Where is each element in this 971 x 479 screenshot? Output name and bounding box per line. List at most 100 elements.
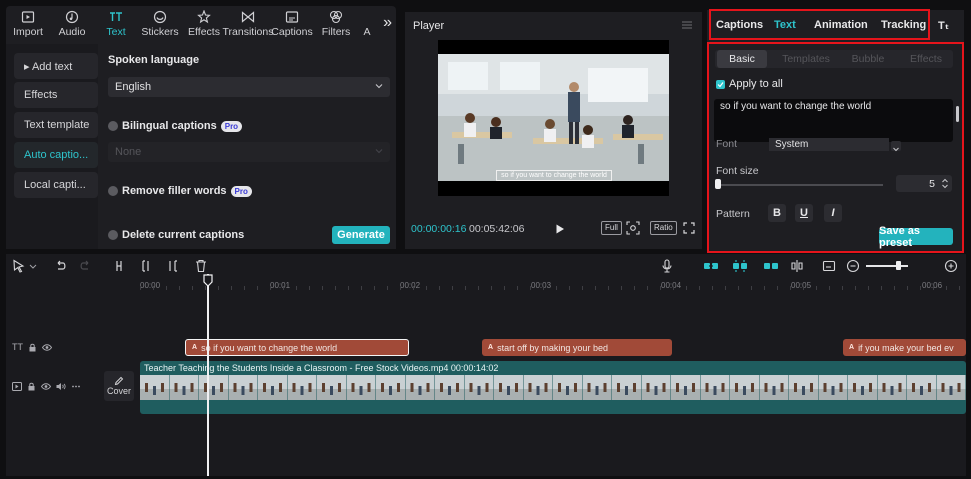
- cover-button[interactable]: Cover: [104, 371, 134, 401]
- apply-to-all-checkbox[interactable]: [716, 79, 725, 89]
- sidebar-item-auto-captions[interactable]: Auto captio...: [14, 142, 98, 168]
- text-sidebar: ▸ Add text Effects Text template Auto ca…: [6, 44, 98, 249]
- ruler-tick: [179, 286, 180, 290]
- remove-filler-checkbox[interactable]: [108, 186, 118, 196]
- video-thumbnail: [258, 375, 287, 400]
- video-track-header: [12, 382, 81, 391]
- save-as-preset-button[interactable]: Save as preset: [879, 225, 953, 249]
- zoom-in-icon[interactable]: [944, 259, 958, 273]
- tab-tracking[interactable]: Tracking: [881, 19, 926, 31]
- video-track-icon: [12, 382, 22, 391]
- text-clip[interactable]: A start off by making your bed: [482, 339, 672, 356]
- split-right-icon[interactable]: [166, 259, 180, 273]
- playhead[interactable]: [207, 274, 209, 476]
- tool-filters[interactable]: Filters: [314, 6, 358, 44]
- timeline-zoom-handle[interactable]: [896, 261, 902, 270]
- subtab-bubble[interactable]: Bubble: [843, 50, 893, 68]
- sidebar-item-effects[interactable]: Effects: [14, 82, 98, 108]
- select-tool-icon[interactable]: [12, 259, 26, 273]
- remove-filler-words-toggle[interactable]: Remove filler words Pro: [108, 185, 252, 197]
- video-thumbnail: [140, 375, 169, 400]
- tool-text[interactable]: Text: [94, 6, 138, 44]
- ruler-tick: [907, 286, 908, 290]
- caption-text-input[interactable]: so if you want to change the world: [714, 99, 953, 142]
- video-clip[interactable]: Teacher Teaching the Students Inside a C…: [140, 361, 966, 414]
- subtab-effects[interactable]: Effects: [901, 50, 951, 68]
- timeline-ruler[interactable]: 00:00 00:01 00:02 00:03 00:04 00:05 00:0…: [140, 278, 966, 294]
- font-select[interactable]: System: [769, 138, 889, 151]
- tool-adjust[interactable]: A: [358, 6, 376, 44]
- tool-audio[interactable]: Audio: [50, 6, 94, 44]
- tool-stickers[interactable]: Stickers: [138, 6, 182, 44]
- preview-axis-icon[interactable]: [790, 259, 804, 273]
- delete-current-captions-toggle[interactable]: Delete current captions: [108, 229, 244, 241]
- bilingual-language-select[interactable]: None: [108, 142, 390, 162]
- video-thumbnail: [730, 375, 759, 400]
- linkage-icon[interactable]: [763, 259, 779, 273]
- subtab-templates[interactable]: Templates: [775, 50, 837, 68]
- ruler-label: 00:02: [400, 281, 421, 290]
- ratio-button[interactable]: Ratio: [650, 221, 677, 235]
- split-left-icon[interactable]: [140, 259, 154, 273]
- font-size-slider-handle[interactable]: [715, 179, 721, 189]
- full-quality-button[interactable]: Full: [601, 221, 622, 235]
- tool-transitions[interactable]: Transitions: [223, 6, 273, 44]
- font-size-slider[interactable]: [718, 184, 883, 186]
- magnet-snap-icon[interactable]: [732, 259, 748, 273]
- tool-effects[interactable]: Effects: [182, 6, 226, 44]
- crop-focus-icon[interactable]: [626, 221, 640, 235]
- tool-captions[interactable]: Captions: [270, 6, 314, 44]
- ruler-tick: [621, 286, 622, 290]
- text-clip[interactable]: A so if you want to change the world: [185, 339, 409, 356]
- sidebar-item-add-text[interactable]: ▸ Add text: [14, 53, 98, 79]
- menu-icon[interactable]: [682, 21, 692, 29]
- playhead-handle[interactable]: [203, 274, 213, 287]
- ruler-tick: [270, 286, 271, 290]
- apply-to-all-toggle[interactable]: Apply to all: [716, 78, 783, 90]
- timeline-zoom-slider[interactable]: [866, 265, 908, 267]
- generate-button[interactable]: Generate: [332, 226, 390, 244]
- font-size-stepper-icon[interactable]: [940, 177, 950, 190]
- subtitle-overlay[interactable]: so if you want to change the world: [496, 170, 612, 181]
- delete-icon[interactable]: [194, 259, 208, 273]
- bilingual-captions-toggle[interactable]: Bilingual captions Pro: [108, 120, 243, 132]
- eye-icon[interactable]: [41, 382, 51, 391]
- tab-text[interactable]: Text: [774, 19, 796, 31]
- italic-button[interactable]: I: [824, 204, 842, 222]
- video-preview[interactable]: so if you want to change the world: [438, 40, 669, 196]
- text-icon: [110, 12, 122, 21]
- split-icon[interactable]: [114, 259, 128, 273]
- text-track-label: TT: [12, 342, 23, 352]
- subtab-basic[interactable]: Basic: [717, 50, 767, 68]
- tab-captions[interactable]: Captions: [716, 19, 763, 31]
- delete-captions-checkbox[interactable]: [108, 230, 118, 240]
- eye-icon[interactable]: [42, 343, 52, 352]
- text-clip[interactable]: A if you make your bed ev: [843, 339, 966, 356]
- subtitle-track-icon[interactable]: [822, 259, 836, 273]
- tab-text-to-speech[interactable]: Tₜ: [938, 19, 949, 32]
- play-icon[interactable]: [555, 224, 565, 234]
- sidebar-item-local-captions[interactable]: Local capti...: [14, 172, 98, 198]
- audio-mute-icon[interactable]: [56, 382, 66, 391]
- chevron-down-icon[interactable]: [28, 259, 38, 273]
- sidebar-item-text-template[interactable]: Text template: [14, 112, 98, 138]
- link-main-track-icon[interactable]: [703, 259, 719, 273]
- fullscreen-icon[interactable]: [682, 221, 696, 235]
- spoken-language-select[interactable]: English: [108, 77, 390, 97]
- inspector-scrollbar[interactable]: [956, 106, 959, 122]
- font-dropdown-button[interactable]: [891, 141, 901, 152]
- lock-icon[interactable]: [28, 343, 37, 352]
- zoom-out-icon[interactable]: [846, 259, 860, 273]
- bold-button[interactable]: B: [768, 204, 786, 222]
- more-options-icon[interactable]: [71, 382, 81, 391]
- tool-import[interactable]: Import: [6, 6, 50, 44]
- redo-icon[interactable]: [78, 259, 92, 273]
- undo-icon[interactable]: [54, 259, 68, 273]
- more-tools-button[interactable]: »: [383, 14, 392, 32]
- bilingual-checkbox[interactable]: [108, 121, 118, 131]
- lock-icon[interactable]: [27, 382, 36, 391]
- underline-button[interactable]: U: [795, 204, 813, 222]
- tab-animation[interactable]: Animation: [814, 19, 868, 31]
- microphone-icon[interactable]: [660, 259, 674, 273]
- pencil-icon: [114, 376, 124, 386]
